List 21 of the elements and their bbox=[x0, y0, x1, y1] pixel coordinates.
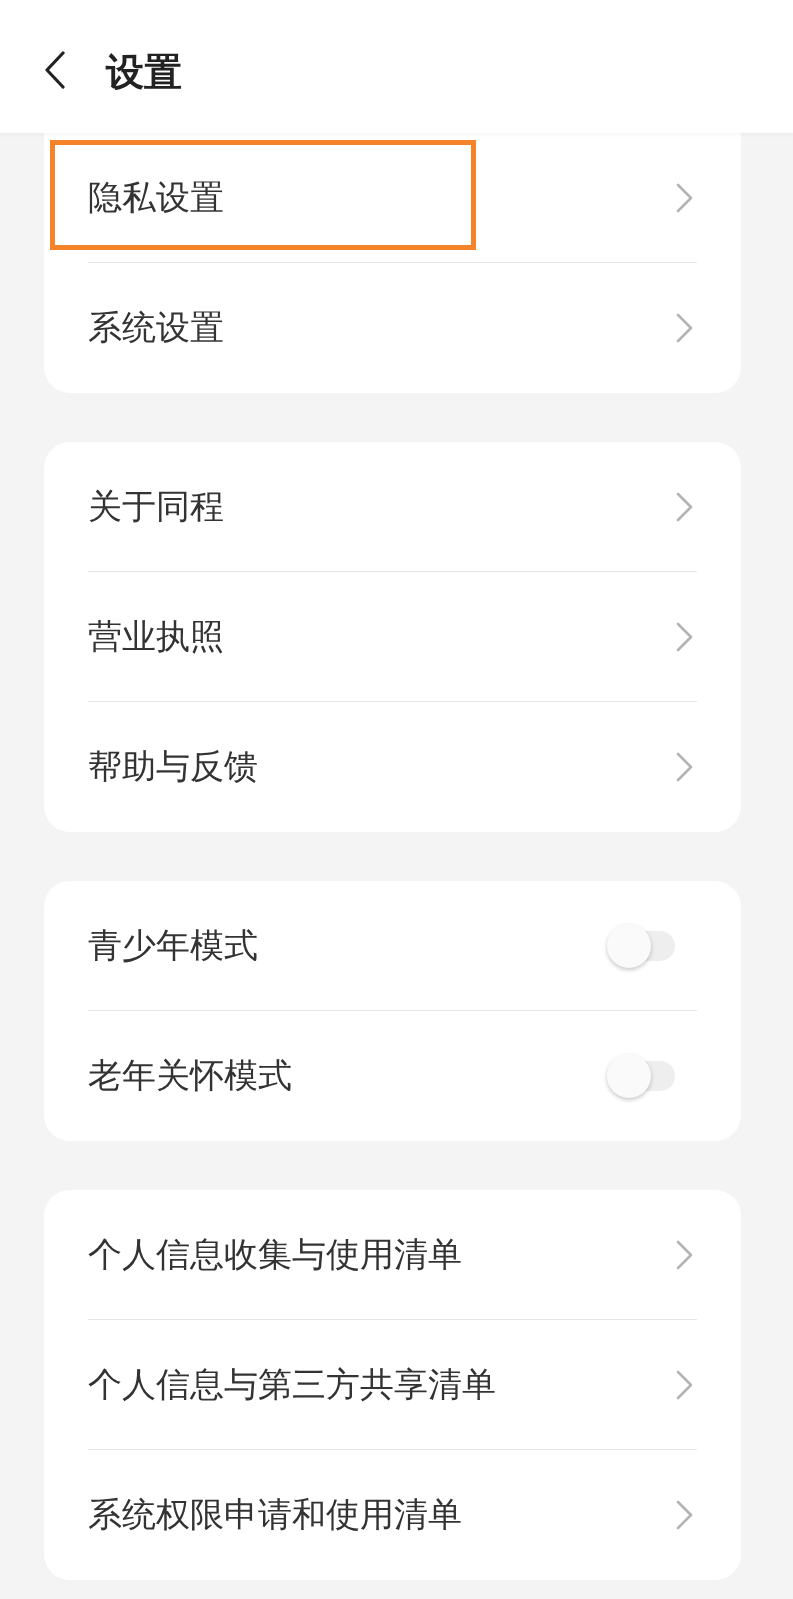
page-title: 设置 bbox=[106, 49, 182, 96]
settings-menu-item[interactable]: 系统设置 bbox=[88, 263, 697, 393]
toggle-switch[interactable] bbox=[607, 922, 677, 969]
setting-label: 青少年模式 bbox=[88, 923, 258, 967]
chevron-right-icon bbox=[676, 491, 693, 522]
settings-menu-item[interactable]: 隐私设置 bbox=[88, 133, 697, 263]
settings-menu-item[interactable]: 系统权限申请和使用清单 bbox=[88, 1450, 697, 1580]
settings-menu-item[interactable]: 关于同程 bbox=[88, 442, 697, 572]
settings-menu-item[interactable]: 帮助与反馈 bbox=[88, 702, 697, 832]
toggle-switch[interactable] bbox=[607, 1053, 677, 1099]
chevron-right-icon bbox=[676, 1369, 693, 1400]
chevron-right-icon bbox=[676, 621, 693, 652]
chevron-right-icon bbox=[676, 313, 693, 343]
settings-menu-item[interactable]: 个人信息与第三方共享清单 bbox=[88, 1320, 697, 1450]
chevron-right-icon bbox=[676, 1500, 693, 1530]
chevron-right-icon bbox=[676, 182, 693, 213]
chevron-right-icon bbox=[676, 1239, 693, 1270]
chevron-right-icon bbox=[676, 752, 693, 782]
setting-label: 老年关怀模式 bbox=[88, 1054, 292, 1097]
settings-menu-item[interactable]: 营业执照 bbox=[88, 572, 697, 702]
settings-menu-item[interactable]: 个人信息收集与使用清单 bbox=[88, 1190, 697, 1320]
